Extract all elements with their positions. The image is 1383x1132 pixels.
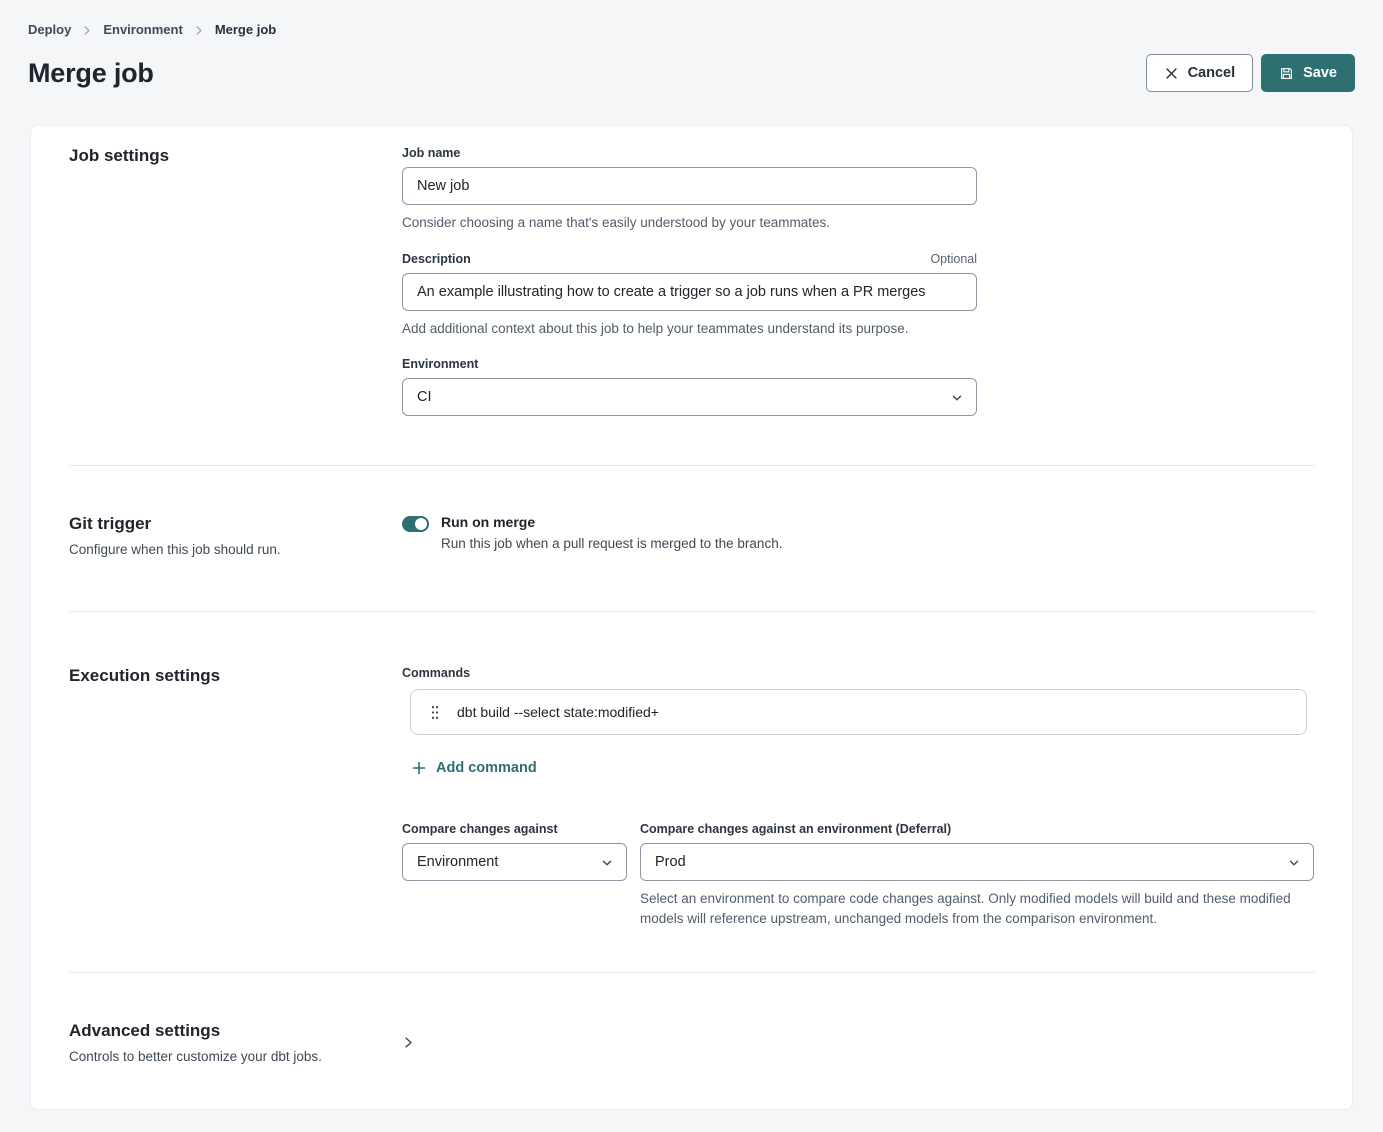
git-trigger-heading: Git trigger [69, 514, 402, 534]
advanced-settings-subheading: Controls to better customize your dbt jo… [69, 1049, 402, 1064]
compare-against-select[interactable]: Environment [402, 843, 627, 881]
section-git-trigger: Git trigger Configure when this job shou… [69, 466, 1314, 611]
save-button[interactable]: Save [1261, 54, 1355, 92]
compare-against-label: Compare changes against [402, 822, 558, 836]
job-name-label: Job name [402, 146, 460, 160]
drag-handle-icon[interactable] [423, 701, 447, 724]
description-helper: Add additional context about this job to… [402, 319, 977, 339]
chevron-right-icon [82, 25, 92, 36]
chevron-right-icon [194, 25, 204, 36]
environment-label: Environment [402, 357, 478, 371]
job-name-field-group: Job name Consider choosing a name that's… [402, 146, 977, 233]
advanced-settings-heading-col: Advanced settings Controls to better cus… [69, 1021, 402, 1064]
description-input[interactable] [402, 273, 977, 311]
chevron-down-icon [951, 392, 963, 408]
cancel-button-label: Cancel [1188, 65, 1236, 81]
run-on-merge-row: Run on merge Run this job when a pull re… [402, 514, 1314, 551]
execution-settings-heading: Execution settings [69, 666, 402, 686]
git-trigger-heading-col: Git trigger Configure when this job shou… [69, 514, 402, 557]
close-icon [1164, 66, 1179, 81]
add-command-label: Add command [436, 760, 537, 776]
save-button-label: Save [1303, 65, 1337, 81]
page-header: Deploy Environment Merge job Merge job C… [0, 0, 1383, 92]
deferral-helper: Select an environment to compare code ch… [640, 889, 1295, 930]
plus-icon [412, 761, 426, 775]
add-command-button[interactable]: Add command [412, 760, 537, 776]
title-row: Merge job Cancel Save [28, 54, 1355, 92]
environment-select[interactable]: CI [402, 378, 977, 416]
page-title: Merge job [28, 58, 154, 89]
run-on-merge-label: Run on merge [441, 514, 782, 530]
run-on-merge-toggle[interactable] [402, 516, 429, 532]
section-job-settings: Job settings Job name Consider choosing … [69, 126, 1314, 465]
description-optional-tag: Optional [930, 252, 977, 266]
cancel-button[interactable]: Cancel [1146, 54, 1254, 92]
git-trigger-subheading: Configure when this job should run. [69, 542, 402, 557]
breadcrumb-merge-job: Merge job [215, 22, 276, 37]
environment-field-group: Environment CI [402, 357, 977, 416]
job-settings-heading: Job settings [69, 146, 402, 166]
job-name-input[interactable] [402, 167, 977, 205]
execution-settings-heading-col: Execution settings [69, 666, 402, 930]
section-advanced-settings[interactable]: Advanced settings Controls to better cus… [69, 973, 1314, 1109]
save-icon [1279, 66, 1294, 81]
job-settings-heading-col: Job settings [69, 146, 402, 416]
environment-select-value: CI [417, 389, 432, 405]
deferral-label: Compare changes against an environment (… [640, 822, 951, 836]
expand-chevron-right-icon[interactable] [402, 1036, 415, 1049]
header-actions: Cancel Save [1146, 54, 1355, 92]
deferral-select[interactable]: Prod [640, 843, 1314, 881]
breadcrumb-deploy[interactable]: Deploy [28, 22, 71, 37]
command-row[interactable]: dbt build --select state:modified+ [410, 689, 1307, 735]
job-name-helper: Consider choosing a name that's easily u… [402, 213, 977, 233]
compare-row: Compare changes against Environment Comp… [402, 822, 1314, 930]
advanced-settings-heading: Advanced settings [69, 1021, 402, 1041]
compare-against-field-group: Compare changes against Environment [402, 822, 627, 930]
commands-label: Commands [402, 666, 1314, 680]
section-execution-settings: Execution settings Commands dbt build --… [69, 612, 1314, 972]
deferral-field-group: Compare changes against an environment (… [640, 822, 1314, 930]
command-text[interactable]: dbt build --select state:modified+ [457, 704, 659, 720]
compare-against-select-value: Environment [417, 854, 498, 870]
description-label: Description [402, 252, 471, 266]
chevron-down-icon [1288, 857, 1300, 873]
breadcrumb: Deploy Environment Merge job [28, 22, 1355, 37]
breadcrumb-environment[interactable]: Environment [103, 22, 182, 37]
description-field-group: Description Optional Add additional cont… [402, 252, 977, 339]
chevron-down-icon [601, 857, 613, 873]
job-form-card: Job settings Job name Consider choosing … [30, 125, 1353, 1110]
deferral-select-value: Prod [655, 854, 686, 870]
run-on-merge-description: Run this job when a pull request is merg… [441, 536, 782, 551]
toggle-knob [415, 518, 427, 530]
